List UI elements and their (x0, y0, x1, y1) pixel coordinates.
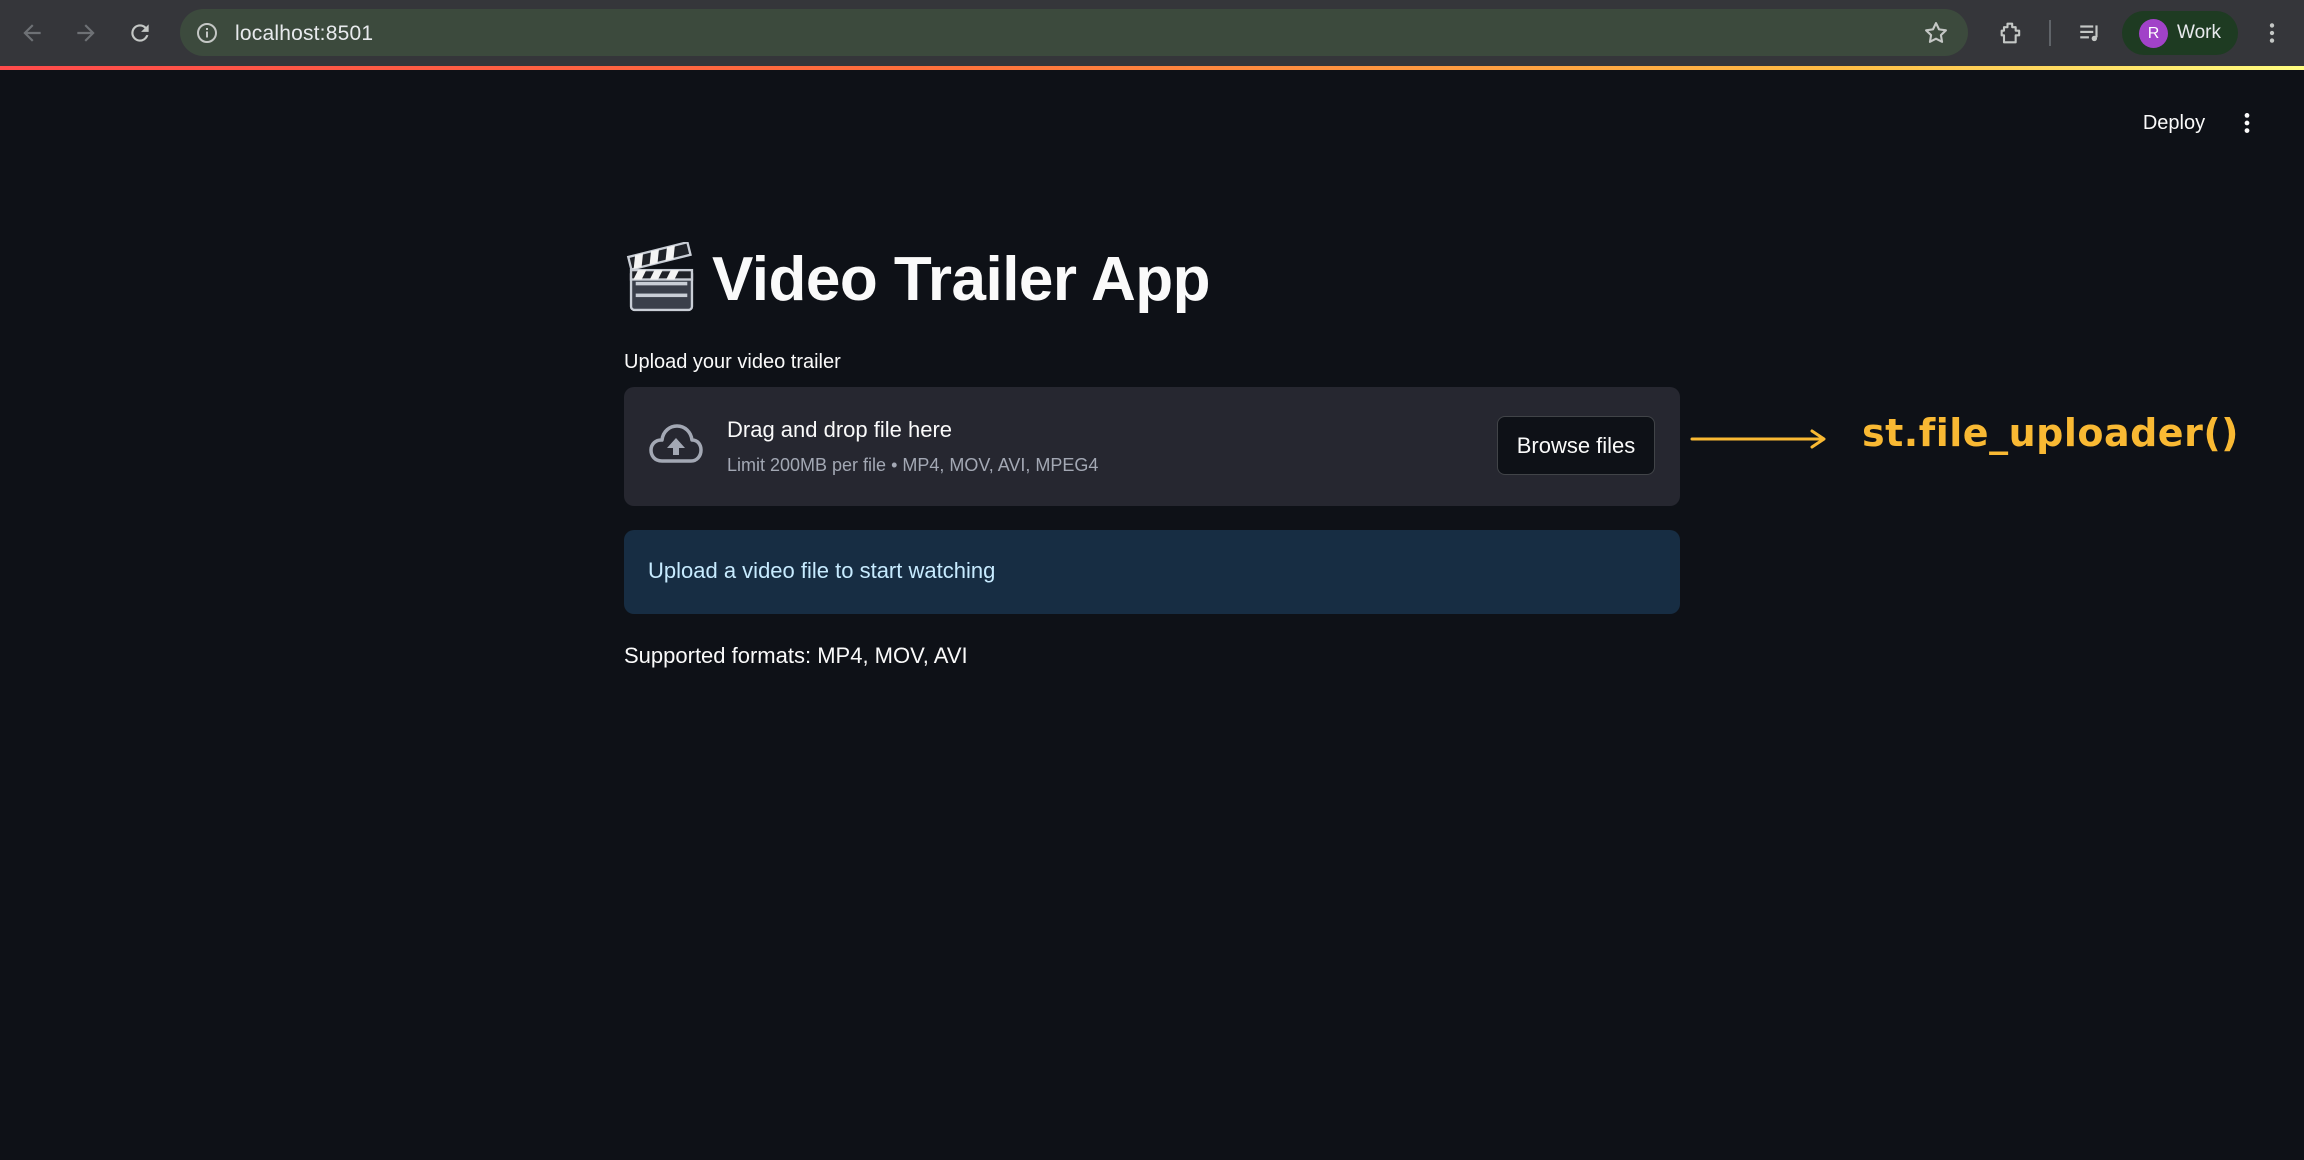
site-info-icon[interactable] (192, 18, 222, 48)
deploy-button[interactable]: Deploy (2126, 106, 2222, 140)
media-controls-icon[interactable] (2074, 17, 2106, 49)
browser-toolbar: localhost:8501 R Work (0, 0, 2304, 66)
uploader-label: Upload your video trailer (624, 351, 841, 373)
url-text[interactable]: localhost:8501 (235, 22, 373, 46)
bookmark-star-icon[interactable] (1922, 19, 1950, 47)
address-bar[interactable]: localhost:8501 (180, 9, 1968, 56)
page-title-row: Video Trailer App (624, 242, 1210, 317)
info-alert: Upload a video file to start watching (624, 530, 1680, 614)
arrow-left-icon (23, 24, 41, 42)
clapperboard-icon (626, 242, 694, 312)
dropzone-limit: Limit 200MB per file • MP4, MOV, AVI, MP… (727, 455, 1099, 475)
supported-formats-text: Supported formats: MP4, MOV, AVI (624, 643, 968, 668)
profile-chip[interactable]: R Work (2122, 11, 2238, 55)
profile-name: Work (2177, 22, 2221, 43)
forward-button[interactable] (68, 15, 104, 51)
back-button[interactable] (14, 15, 50, 51)
page-title: Video Trailer App (712, 245, 1210, 314)
reload-icon (131, 24, 149, 42)
cloud-upload-icon (649, 424, 703, 463)
annotation-arrow-icon (1690, 429, 1826, 449)
main-menu-button[interactable] (2232, 106, 2262, 140)
reload-button[interactable] (122, 15, 158, 51)
browse-files-button[interactable]: Browse files (1497, 416, 1655, 475)
info-alert-text: Upload a video file to start watching (648, 558, 996, 583)
toolbar-separator (2049, 20, 2051, 46)
dropzone-instruction: Drag and drop file here (727, 417, 953, 442)
streamlit-decoration-bar (0, 66, 2304, 70)
avatar: R (2139, 19, 2168, 48)
browser-menu-icon[interactable] (2256, 17, 2288, 49)
extensions-icon[interactable] (1995, 17, 2027, 49)
annotation-label: st.file_uploader() (1862, 411, 2240, 455)
arrow-right-icon (77, 24, 95, 42)
file-dropzone[interactable]: Drag and drop file here Limit 200MB per … (624, 387, 1680, 506)
more-vert-icon (2244, 113, 2250, 133)
